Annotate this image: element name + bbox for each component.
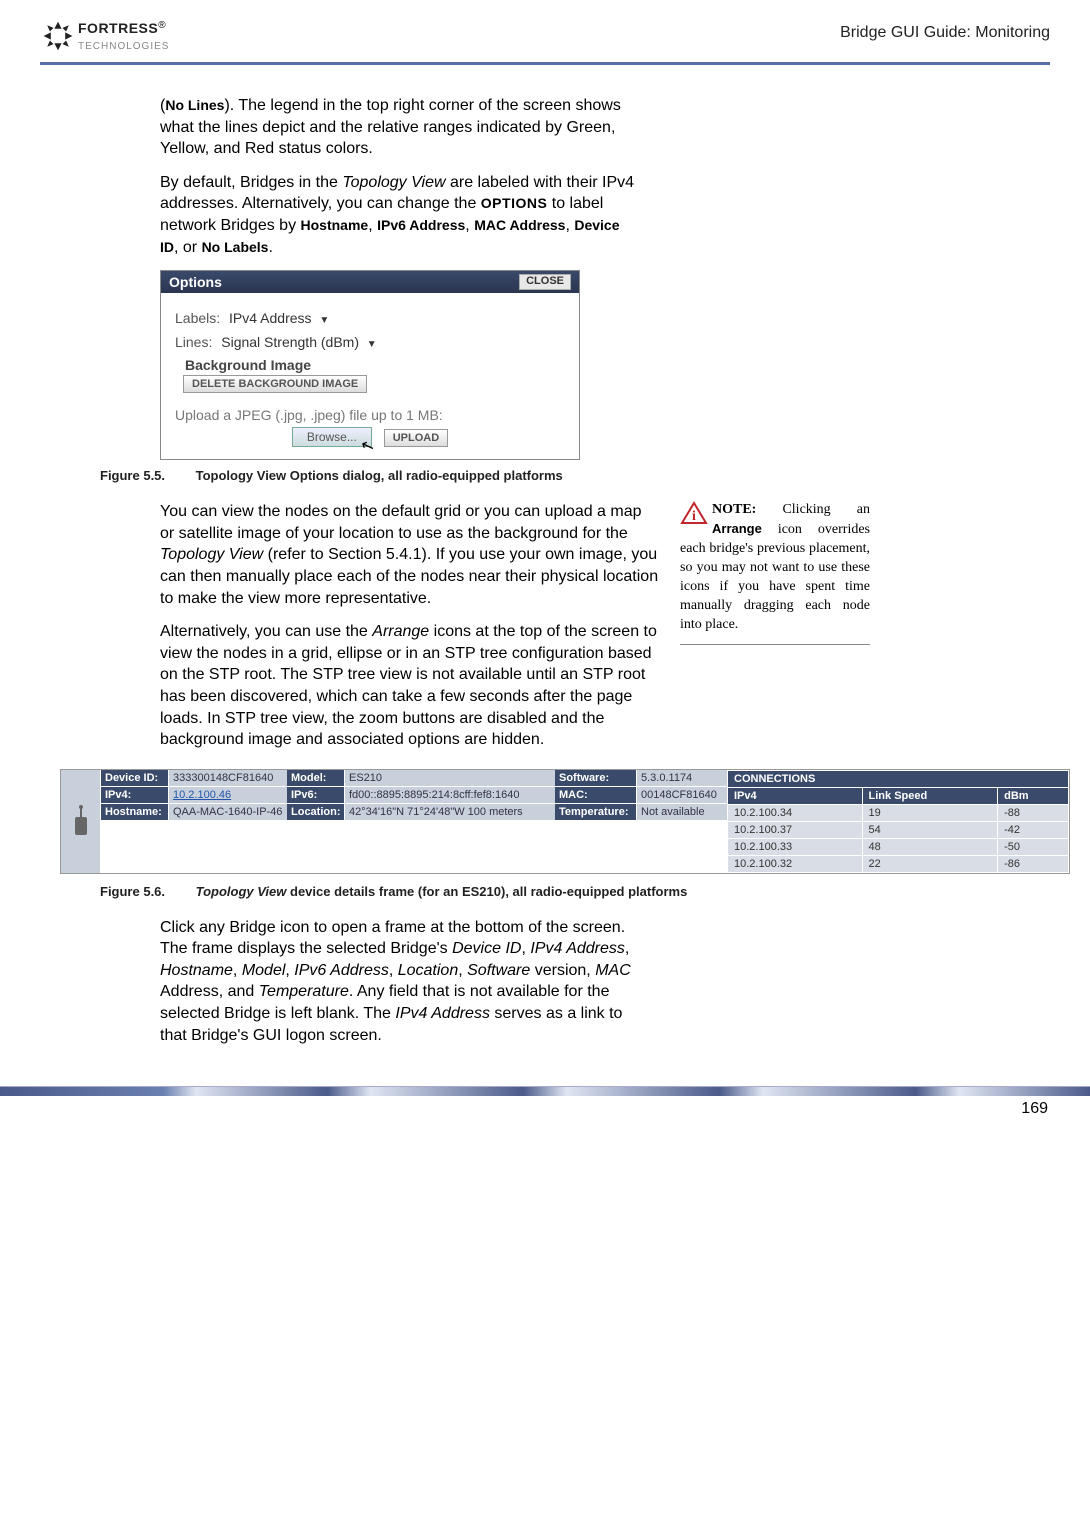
ipv4-link[interactable]: 10.2.100.46	[169, 787, 287, 804]
chevron-down-icon: ▼	[367, 339, 377, 350]
paragraph-background-image: You can view the nodes on the default gr…	[160, 501, 660, 609]
location-label: Location:	[287, 804, 345, 821]
col-ipv4: IPv4	[728, 787, 863, 804]
figure-options-dialog: Options CLOSE Labels: IPv4 Address ▼ Lin…	[160, 270, 580, 460]
brand-reg: ®	[158, 20, 166, 31]
temperature-label: Temperature:	[555, 804, 637, 821]
device-icon	[61, 770, 101, 873]
paragraph-arrange: Alternatively, you can use the Arrange i…	[160, 621, 660, 751]
connections-title: CONNECTIONS	[728, 770, 1069, 787]
background-image-heading: Background Image	[175, 357, 565, 373]
model-label: Model:	[287, 770, 345, 787]
fortress-icon	[40, 18, 76, 54]
figure-device-details: Device ID:333300148CF81640 IPv4:10.2.100…	[60, 769, 1070, 874]
device-id-label: Device ID:	[101, 770, 169, 787]
paragraph-device-details: Click any Bridge icon to open a frame at…	[160, 917, 640, 1047]
table-row: 10.2.100.3348-50	[728, 838, 1069, 855]
cursor-icon: ↖	[358, 434, 377, 457]
ipv6-label: IPv6:	[287, 787, 345, 804]
labels-label: Labels:	[175, 310, 220, 326]
model-value: ES210	[345, 770, 555, 787]
mac-label: MAC:	[555, 787, 637, 804]
software-label: Software:	[555, 770, 637, 787]
location-value: 42°34'16"N 71°24'48"W 100 meters	[345, 804, 555, 821]
sidenote-rule	[680, 644, 870, 645]
header-rule	[40, 62, 1050, 65]
connections-table: CONNECTIONS IPv4 Link Speed dBm 10.2.100…	[727, 770, 1069, 873]
brand-logo: FORTRESS® TECHNOLOGIES	[40, 18, 169, 54]
col-link-speed: Link Speed	[862, 787, 998, 804]
options-title: Options	[169, 274, 222, 290]
side-note: i NOTE: Clicking an Arrange icon overrid…	[680, 501, 870, 763]
table-row: 10.2.100.3222-86	[728, 855, 1069, 872]
lines-dropdown[interactable]: Signal Strength (dBm) ▼	[216, 333, 381, 351]
labels-dropdown[interactable]: IPv4 Address ▼	[224, 309, 334, 327]
ipv4-label: IPv4:	[101, 787, 169, 804]
browse-button[interactable]: Browse...↖	[292, 427, 372, 447]
device-id-value: 333300148CF81640	[169, 770, 287, 787]
upload-button[interactable]: UPLOAD	[384, 429, 448, 447]
page-number: 169	[40, 1100, 1050, 1118]
doc-title: Bridge GUI Guide: Monitoring	[840, 24, 1050, 42]
paragraph-no-lines: (No Lines). The legend in the top right …	[160, 95, 640, 160]
brand-name: FORTRESS	[78, 20, 158, 36]
brand-sub: TECHNOLOGIES	[78, 41, 169, 52]
col-dbm: dBm	[998, 787, 1069, 804]
ipv6-value: fd00::8895:8895:214:8cff:fef8:1640	[345, 787, 555, 804]
chevron-down-icon: ▼	[319, 315, 329, 326]
lines-label: Lines:	[175, 334, 212, 350]
upload-hint: Upload a JPEG (.jpg, .jpeg) file up to 1…	[175, 407, 565, 423]
table-row: 10.2.100.3419-88	[728, 804, 1069, 821]
footer-rule	[0, 1086, 1090, 1096]
software-value: 5.3.0.1174	[637, 770, 727, 787]
table-row: 10.2.100.3754-42	[728, 821, 1069, 838]
figure-5-6-caption: Figure 5.6. Topology View device details…	[100, 884, 1050, 899]
close-button[interactable]: CLOSE	[519, 274, 571, 290]
hostname-label: Hostname:	[101, 804, 169, 821]
hostname-value: QAA-MAC-1640-IP-46	[169, 804, 287, 821]
note-icon: i	[680, 501, 708, 532]
mac-value: 00148CF81640	[637, 787, 727, 804]
delete-background-button[interactable]: DELETE BACKGROUND IMAGE	[183, 375, 367, 393]
svg-text:i: i	[692, 509, 696, 524]
figure-5-5-caption: Figure 5.5. Topology View Options dialog…	[100, 468, 1050, 483]
temperature-value: Not available	[637, 804, 727, 821]
paragraph-options-labels: By default, Bridges in the Topology View…	[160, 172, 640, 258]
